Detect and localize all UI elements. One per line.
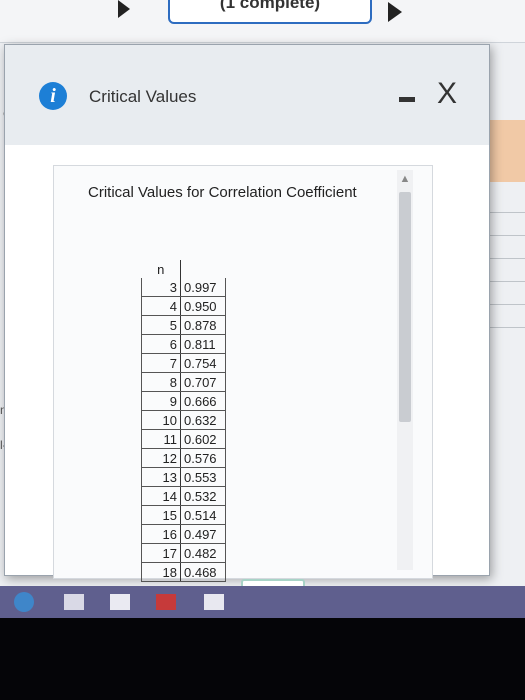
table-cell-n: 13: [141, 467, 181, 487]
folder-icon[interactable]: [64, 594, 84, 610]
table-row: 8 0.707: [141, 372, 226, 392]
table-row: 4 0.950: [141, 296, 226, 316]
critical-values-dialog: i Critical Values X Critical Values for …: [4, 44, 490, 609]
table-cell-critical-value: 0.532: [180, 486, 226, 506]
minimize-button[interactable]: [395, 85, 421, 109]
table-row: 7 0.754: [141, 353, 226, 373]
table-row: 9 0.666: [141, 391, 226, 411]
table-cell-critical-value: 0.553: [180, 467, 226, 487]
table-cell-n: 8: [141, 372, 181, 392]
scrollbar-thumb[interactable]: [399, 192, 411, 422]
table-row: 6 0.811: [141, 334, 226, 354]
table-cell-n: 4: [141, 296, 181, 316]
table-row: 14 0.532: [141, 486, 226, 506]
table-cell-critical-value: 0.666: [180, 391, 226, 411]
table-cell-n: 6: [141, 334, 181, 354]
dialog-header: i Critical Values X: [5, 45, 489, 145]
table-cell-critical-value: 0.602: [180, 429, 226, 449]
table-row: 3 0.997: [141, 278, 226, 297]
table-cell-n: 3: [141, 278, 181, 297]
table-row: 17 0.482: [141, 543, 226, 563]
table-cell-critical-value: 0.632: [180, 410, 226, 430]
minimize-icon: [399, 97, 415, 102]
scrollbar[interactable]: ▲: [397, 170, 413, 570]
table-row: 12 0.576: [141, 448, 226, 468]
table-body: 3 0.997 4 0.950 5 0.878 6 0.811 7 0.754 8 0.707 9 0.6…: [141, 278, 226, 582]
store-icon[interactable]: [110, 594, 130, 610]
table-cell-n: 14: [141, 486, 181, 506]
content-title: Critical Values for Correlation Coeffici…: [88, 184, 357, 201]
dialog-content: Critical Values for Correlation Coeffici…: [53, 165, 433, 579]
table-cell-n: 9: [141, 391, 181, 411]
table-cell-n: 5: [141, 315, 181, 335]
mail-icon[interactable]: [204, 594, 224, 610]
table-row: 16 0.497: [141, 524, 226, 544]
chevron-up-icon[interactable]: ▲: [397, 172, 413, 186]
table-cell-critical-value: 0.576: [180, 448, 226, 468]
table-cell-critical-value: 0.514: [180, 505, 226, 525]
table-cell-n: 10: [141, 410, 181, 430]
table-cell-n: 18: [141, 562, 181, 582]
table-row: 10 0.632: [141, 410, 226, 430]
table-cell-critical-value: 0.950: [180, 296, 226, 316]
start-icon[interactable]: [14, 592, 34, 612]
table-cell-n: 15: [141, 505, 181, 525]
background-panel: [484, 120, 525, 182]
table-header-n: n: [141, 260, 181, 278]
table-row: 13 0.553: [141, 467, 226, 487]
table-header-r: [181, 260, 226, 278]
table-cell-n: 16: [141, 524, 181, 544]
table-cell-critical-value: 0.997: [180, 278, 226, 297]
table-cell-n: 7: [141, 353, 181, 373]
table-cell-n: 17: [141, 543, 181, 563]
table-cell-critical-value: 0.754: [180, 353, 226, 373]
next-arrow-icon[interactable]: [388, 2, 402, 22]
table-cell-critical-value: 0.811: [180, 334, 226, 354]
critical-values-table: n 3 0.997 4 0.950 5 0.878 6 0.811 7 0.754 8 0.707 9 0…: [141, 260, 226, 582]
table-cell-n: 11: [141, 429, 181, 449]
table-cell-n: 12: [141, 448, 181, 468]
taskbar: [0, 586, 525, 618]
table-cell-critical-value: 0.707: [180, 372, 226, 392]
table-cell-critical-value: 0.497: [180, 524, 226, 544]
dialog-title: Critical Values: [89, 87, 197, 106]
table-cell-critical-value: 0.878: [180, 315, 226, 335]
table-row: 11 0.602: [141, 429, 226, 449]
table-row: 5 0.878: [141, 315, 226, 335]
info-icon: i: [39, 82, 67, 110]
table-row: 15 0.514: [141, 505, 226, 525]
app-icon[interactable]: [156, 594, 176, 610]
progress-button[interactable]: (1 complete): [168, 0, 372, 24]
play-icon: [118, 0, 130, 18]
monitor-bezel: [0, 618, 525, 700]
background-toolbar: (1 complete): [0, 0, 525, 43]
close-button[interactable]: X: [432, 79, 462, 109]
table-cell-critical-value: 0.482: [180, 543, 226, 563]
